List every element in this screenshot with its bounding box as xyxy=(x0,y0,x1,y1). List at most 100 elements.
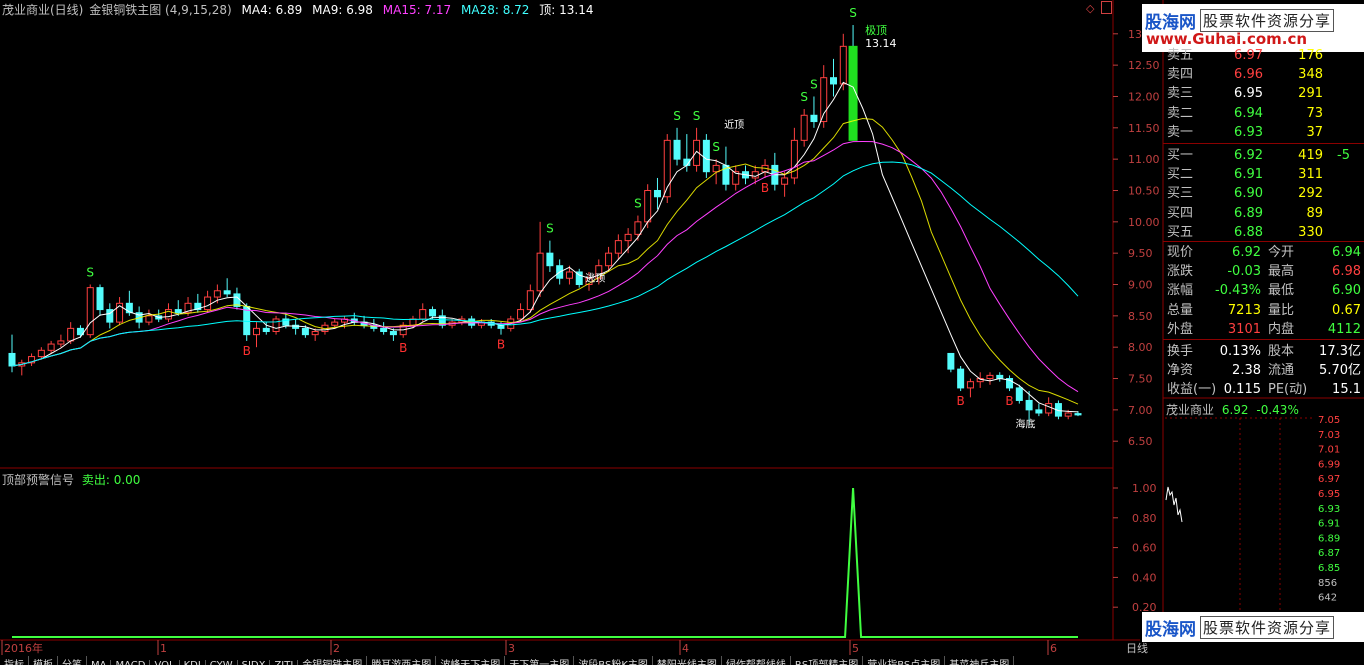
indicator-tab[interactable]: 营业指BS点主图 xyxy=(863,656,946,665)
mini-tick-label: 642 xyxy=(1318,593,1337,604)
stat-label: PE(动) xyxy=(1268,382,1308,398)
price-tick-label: 8.50 xyxy=(1128,310,1153,323)
candle xyxy=(262,327,270,333)
bid-row[interactable]: 买二 6.91 311 xyxy=(1165,165,1364,184)
indicator-tab[interactable]: MACD xyxy=(111,660,151,665)
candle xyxy=(1074,413,1082,416)
ask-row[interactable]: 卖二 6.94 73 xyxy=(1165,104,1364,123)
mini-pct: -0.43% xyxy=(1256,403,1299,417)
bottom-marker-label: 海底 xyxy=(1016,417,1036,430)
bid-price: 6.90 xyxy=(1234,186,1263,202)
escape-top-label: 逃顶 xyxy=(585,271,605,284)
mini-tick-label: 7.05 xyxy=(1318,415,1340,426)
stat-label: 涨幅 xyxy=(1167,283,1194,299)
buy-signal-marker: B xyxy=(497,338,505,352)
mini-tick-label: 856 xyxy=(1318,578,1337,589)
stat-row[interactable]: 涨跌 -0.03 最高 6.98 xyxy=(1165,262,1364,281)
top-value: 13.14 xyxy=(559,3,594,17)
sub-tick-label: 0.40 xyxy=(1132,571,1157,584)
indicator-tab[interactable]: SJDX xyxy=(238,660,271,665)
watermark-top: 股海网 股票软件资源分享 www.Guhai.com.cn xyxy=(1142,4,1364,52)
ma4-value: 6.89 xyxy=(275,3,303,17)
bid-row[interactable]: 买五 6.88 330 xyxy=(1165,223,1364,242)
indicator-tab[interactable]: 绿作帮帮线线 xyxy=(722,656,791,665)
bid-row[interactable]: 买一 6.92 419 -5 xyxy=(1165,146,1364,165)
stat-value: 0.115 xyxy=(1223,382,1261,398)
watermark-bottom: 股海网 股票软件资源分享 xyxy=(1142,612,1364,642)
bid-row[interactable]: 买三 6.90 292 xyxy=(1165,184,1364,203)
candle xyxy=(86,287,94,336)
ask-row[interactable]: 卖三 6.95 291 xyxy=(1165,84,1364,103)
stat-row[interactable]: 外盘 3101 内盘 4112 xyxy=(1165,320,1364,339)
indicator-tab[interactable]: 分笔 xyxy=(58,656,87,665)
stat-value: 5.70亿 xyxy=(1319,363,1361,379)
stat-value: 0.67 xyxy=(1332,302,1361,318)
candle xyxy=(947,352,955,370)
mini-tick-label: 7.01 xyxy=(1318,445,1340,456)
indicator-tab[interactable]: RS顶部精主图 xyxy=(791,656,864,665)
candle xyxy=(546,252,554,267)
stat-label: 内盘 xyxy=(1268,321,1295,337)
kline-chart-canvas[interactable]: 1312.5012.0011.5011.0010.5010.009.509.00… xyxy=(0,0,1364,665)
bid-row[interactable]: 买四 6.89 89 xyxy=(1165,204,1364,223)
sub-panel-title[interactable]: 顶部预警信号 xyxy=(2,473,74,487)
sub-panel-header: 顶部预警信号 卖出: 0.00 xyxy=(2,471,140,488)
sell-signal-marker: S xyxy=(800,90,808,104)
price-tick-label: 6.50 xyxy=(1128,435,1153,448)
candle xyxy=(624,233,632,242)
stat-row[interactable]: 总量 7213 量比 0.67 xyxy=(1165,301,1364,320)
close-panel-icon[interactable] xyxy=(1101,1,1112,14)
stat-row[interactable]: 现价 6.92 今开 6.94 xyxy=(1165,243,1364,262)
stat-value: 15.1 xyxy=(1332,382,1361,398)
sell-signal-marker: S xyxy=(712,140,720,154)
bid-volume: 311 xyxy=(1298,167,1323,183)
stat-row[interactable]: 收益(一) 0.115 PE(动) 15.1 xyxy=(1165,380,1364,399)
indicator-tab[interactable]: MA xyxy=(87,660,112,665)
indicator-tab[interactable]: 模板 xyxy=(29,656,58,665)
peak-marker-label: 极顶 xyxy=(865,23,887,37)
stat-row[interactable]: 涨幅 -0.43% 最低 6.90 xyxy=(1165,281,1364,300)
stat-label: 净资 xyxy=(1167,363,1194,379)
indicator-tab[interactable]: VOL xyxy=(150,660,180,665)
indicator-tab[interactable]: CYW xyxy=(206,660,238,665)
ask-row[interactable]: 卖一 6.93 37 xyxy=(1165,123,1364,142)
ma15-value: 7.17 xyxy=(424,3,452,17)
stat-label: 最低 xyxy=(1268,283,1295,299)
stat-value: 7213 xyxy=(1227,302,1261,318)
indicator-tab[interactable]: 天下第一主图 xyxy=(505,656,575,665)
book-stats-divider xyxy=(1163,241,1364,242)
indicator-tab[interactable]: 腾耳游西主图 xyxy=(367,656,437,665)
indicator-tab[interactable]: 波峰天下主图 xyxy=(436,656,506,665)
stat-label: 涨跌 xyxy=(1167,264,1194,280)
indicator-tab[interactable]: 基菜神兵主图 xyxy=(945,656,1015,665)
sell-signal-marker: S xyxy=(849,6,857,20)
ask-row[interactable]: 卖五 6.97 176 xyxy=(1165,46,1364,65)
mini-tick-label: 6.87 xyxy=(1318,548,1340,559)
price-tick-label: 12.50 xyxy=(1128,59,1160,72)
indicator-tab[interactable]: 金银铜铁主图 xyxy=(298,656,368,665)
indicator-tab[interactable]: 波段BS粉K主图 xyxy=(574,656,653,665)
stat-label: 总量 xyxy=(1167,302,1194,318)
ask-volume: 37 xyxy=(1306,124,1323,140)
candle xyxy=(380,327,388,333)
bid-change: -5 xyxy=(1337,148,1350,163)
stock-title[interactable]: 茂业商业(日线) xyxy=(2,3,83,17)
candle xyxy=(986,374,994,380)
ask-row[interactable]: 卖四 6.96 348 xyxy=(1165,65,1364,84)
stat-value: 17.3亿 xyxy=(1319,344,1361,359)
buy-signal-marker: B xyxy=(243,344,251,358)
restore-icon[interactable]: ◇ xyxy=(1086,2,1094,15)
candle xyxy=(37,349,45,358)
stat-row[interactable]: 净资 2.38 流通 5.70亿 xyxy=(1165,361,1364,380)
mini-tick-label: 7.03 xyxy=(1318,430,1340,441)
stat-row[interactable]: 换手 0.13% 股本 17.3亿 xyxy=(1165,342,1364,361)
time-axis-label: 3 xyxy=(508,642,515,655)
indicator-tab[interactable]: KDJ xyxy=(180,660,206,665)
candle xyxy=(781,177,789,185)
indicator-tab[interactable]: ZJTJ xyxy=(270,660,299,665)
quote-panel: 卖五 6.97 176 卖四 6.96 348 卖三 6.95 291 卖二 6.94 73 卖一 6.9… xyxy=(1163,48,1364,402)
stat-value: 2.38 xyxy=(1232,363,1261,379)
indicator-tab[interactable]: 替阳光线主图 xyxy=(653,656,722,665)
indicator-tab[interactable]: 指标 xyxy=(0,656,29,665)
indicator-name[interactable]: 金银铜铁主图 xyxy=(89,3,161,17)
